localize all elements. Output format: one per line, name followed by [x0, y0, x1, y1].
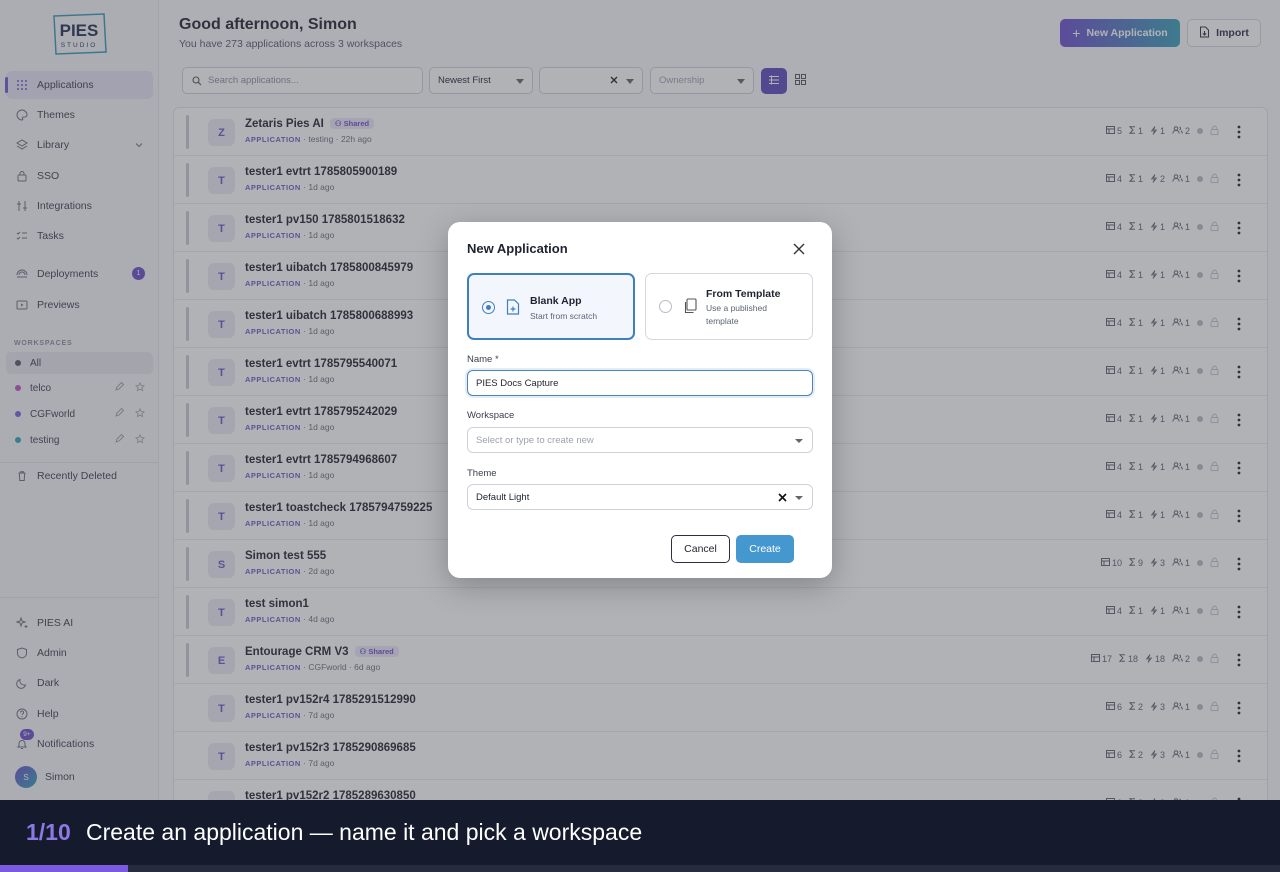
name-field[interactable]: PIES Docs Capture — [467, 370, 813, 396]
tutorial-progress-bar — [0, 865, 1280, 872]
chevron-down-icon — [795, 439, 803, 443]
workspace-select[interactable]: Select or type to create new — [467, 427, 813, 453]
blank-app-radio[interactable] — [482, 301, 495, 314]
theme-select[interactable]: Default Light — [467, 484, 813, 510]
option-title: From Template — [706, 288, 781, 300]
clear-icon[interactable] — [778, 493, 787, 502]
blank-app-option[interactable]: Blank App Start from scratch — [467, 273, 635, 340]
step-counter: 1/10 — [26, 819, 71, 845]
tutorial-caption: 1/10 Create an application — name it and… — [0, 800, 1280, 872]
create-button[interactable]: Create — [736, 535, 794, 563]
name-value: PIES Docs Capture — [476, 377, 559, 389]
dialog-title: New Application — [467, 241, 568, 256]
caption-text: Create an application — name it and pick… — [86, 819, 643, 845]
option-description: Use a published template — [706, 303, 767, 326]
workspace-label: Workspace — [467, 410, 515, 421]
chevron-down-icon — [795, 496, 803, 500]
progress-fill — [0, 865, 128, 872]
option-title: Blank App — [530, 295, 582, 307]
name-label: Name * — [467, 354, 499, 365]
theme-value: Default Light — [476, 491, 530, 503]
copy-icon — [683, 298, 697, 319]
app-window: PIES STUDIO Applications Themes Library SSO… — [0, 0, 1280, 800]
workspace-placeholder: Select or type to create new — [476, 434, 594, 446]
theme-label: Theme — [467, 468, 497, 479]
file-plus-icon — [506, 299, 520, 320]
option-description: Start from scratch — [530, 311, 598, 321]
from-template-option[interactable]: From Template Use a published template — [645, 273, 813, 340]
from-template-radio[interactable] — [659, 300, 672, 313]
close-icon[interactable] — [792, 242, 806, 256]
cancel-button[interactable]: Cancel — [671, 535, 730, 563]
new-application-dialog: New Application Blank App Start from scr… — [448, 222, 832, 578]
